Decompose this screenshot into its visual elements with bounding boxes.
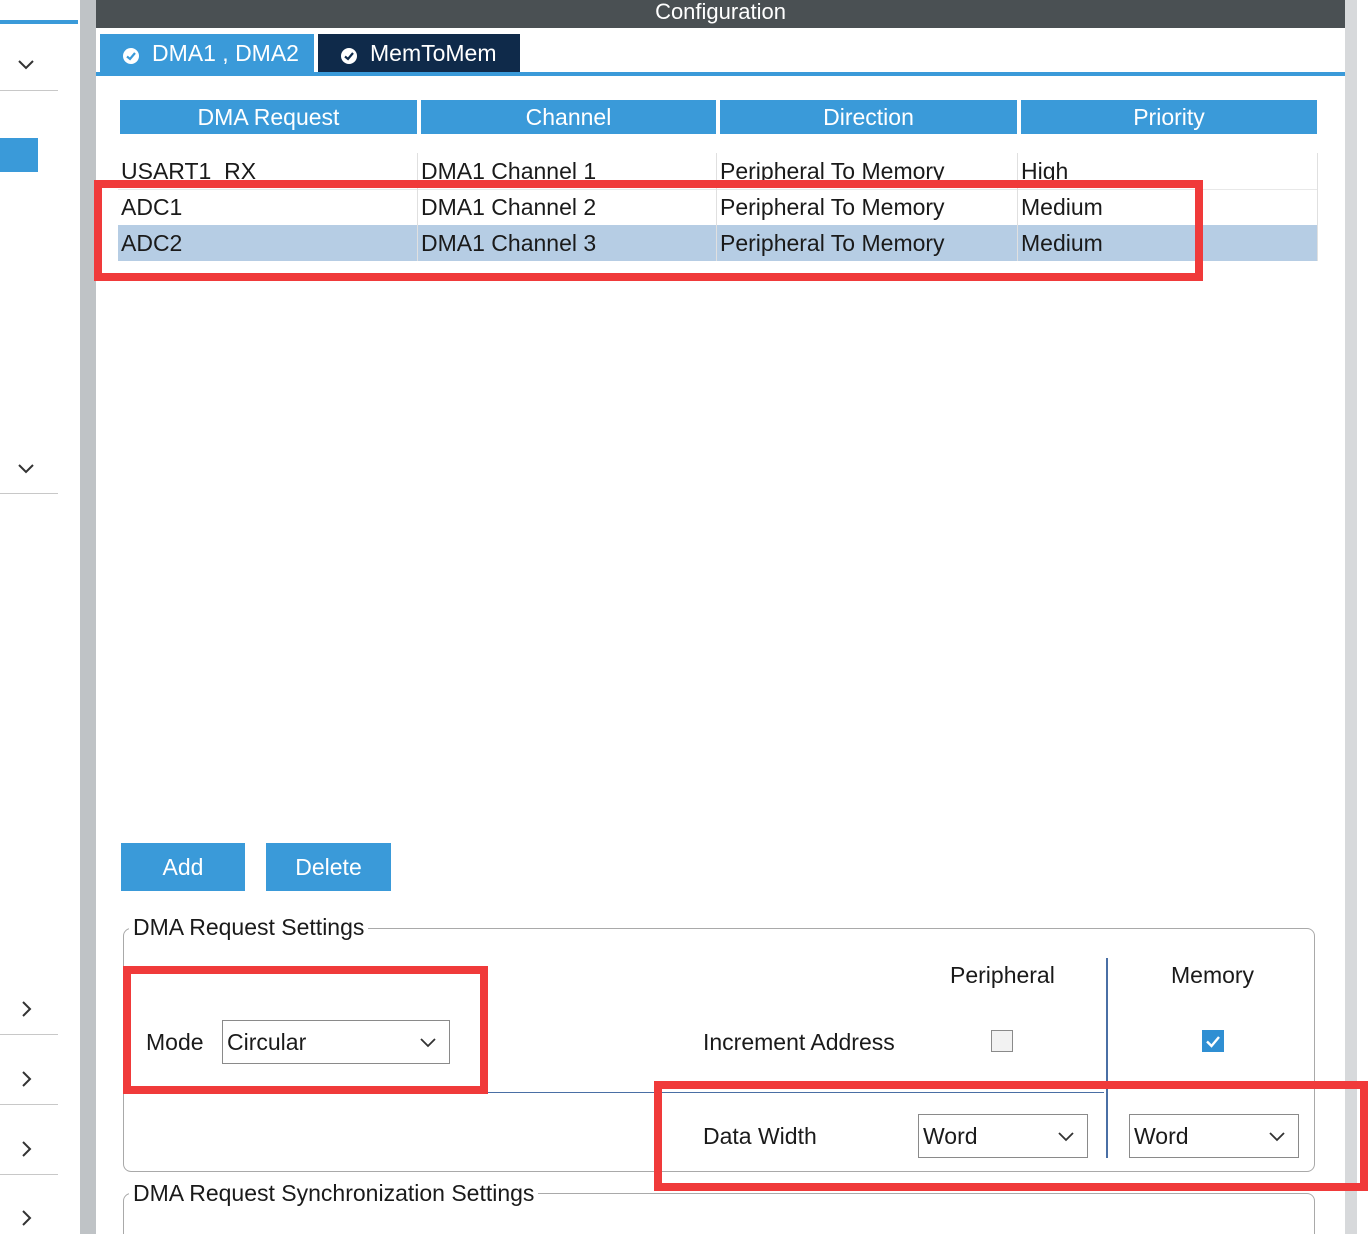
cell-request: ADC1 — [118, 189, 418, 225]
cell-channel: DMA1 Channel 1 — [418, 153, 717, 189]
cell-direction: Peripheral To Memory — [717, 189, 1018, 225]
scrollbar-track[interactable] — [1345, 0, 1357, 1234]
cell-direction: Peripheral To Memory — [717, 225, 1018, 261]
tab-bar: DMA1 , DMA2 MemToMem — [96, 28, 1345, 76]
sidebar-accent-line — [0, 20, 78, 24]
cell-priority: Medium — [1018, 189, 1318, 225]
chevron-right-icon[interactable] — [14, 1137, 38, 1161]
increment-address-label: Increment Address — [703, 1029, 895, 1055]
chevron-down-icon[interactable] — [14, 52, 38, 76]
sidebar-separator — [0, 1034, 58, 1035]
mode-select[interactable]: Circular — [222, 1020, 450, 1064]
chevron-down-icon — [1055, 1125, 1077, 1147]
dma-sync-settings-title: DMA Request Synchronization Settings — [129, 1180, 539, 1207]
dma-table-header: DMA Request Channel Direction Priority — [120, 100, 1317, 134]
chevron-right-icon[interactable] — [14, 997, 38, 1021]
mode-value: Circular — [227, 1028, 307, 1055]
column-divider — [1106, 958, 1108, 1158]
tab-underline — [96, 72, 1345, 76]
data-width-label: Data Width — [703, 1123, 817, 1149]
column-header-direction[interactable]: Direction — [720, 100, 1017, 134]
cell-priority: Medium — [1018, 225, 1318, 261]
dma-request-settings-title: DMA Request Settings — [129, 914, 369, 941]
settings-divider — [124, 1092, 1104, 1093]
cell-channel: DMA1 Channel 3 — [418, 225, 717, 261]
sidebar-separator — [0, 493, 58, 494]
table-row[interactable]: USART1_RX DMA1 Channel 1 Peripheral To M… — [118, 153, 1318, 189]
cell-direction: Peripheral To Memory — [717, 153, 1018, 189]
cell-priority: High — [1018, 153, 1318, 189]
sidebar-selected-marker[interactable] — [0, 138, 38, 172]
add-button[interactable]: Add — [121, 843, 245, 891]
cell-request: ADC2 — [118, 225, 418, 261]
table-row[interactable]: ADC1 DMA1 Channel 2 Peripheral To Memory… — [118, 189, 1318, 225]
cell-request: USART1_RX — [118, 153, 418, 189]
delete-button[interactable]: Delete — [266, 843, 391, 891]
cell-channel: DMA1 Channel 2 — [418, 189, 717, 225]
table-row-selected[interactable]: ADC2 DMA1 Channel 3 Peripheral To Memory… — [118, 225, 1318, 261]
data-width-peripheral-select[interactable]: Word — [918, 1114, 1088, 1158]
tab-label: DMA1 , DMA2 — [152, 39, 299, 66]
sidebar-separator — [0, 1104, 58, 1105]
tab-dma1-dma2[interactable]: DMA1 , DMA2 — [100, 34, 314, 72]
tab-memtomem[interactable]: MemToMem — [318, 34, 520, 72]
chevron-down-icon[interactable] — [14, 456, 38, 480]
column-header-priority[interactable]: Priority — [1021, 100, 1317, 134]
chevron-right-icon[interactable] — [14, 1206, 38, 1230]
check-circle-icon — [340, 44, 358, 64]
check-circle-icon — [122, 44, 140, 64]
left-sidebar — [0, 0, 80, 1234]
column-header-channel[interactable]: Channel — [421, 100, 716, 134]
data-width-memory-value: Word — [1134, 1122, 1189, 1149]
increment-memory-checkbox[interactable] — [1202, 1030, 1224, 1052]
sidebar-separator — [0, 90, 58, 91]
column-header-dma-request[interactable]: DMA Request — [120, 100, 417, 134]
panel-gutter — [80, 0, 96, 1234]
data-width-memory-select[interactable]: Word — [1129, 1114, 1299, 1158]
sidebar-separator — [0, 1174, 58, 1175]
tab-label: MemToMem — [370, 39, 497, 66]
configuration-panel: Configuration DMA1 , DMA2 MemToMem DMA R… — [96, 0, 1345, 1234]
chevron-right-icon[interactable] — [14, 1067, 38, 1091]
chevron-down-icon — [1266, 1125, 1288, 1147]
mode-label: Mode — [146, 1029, 204, 1055]
increment-peripheral-checkbox[interactable] — [991, 1030, 1013, 1052]
data-width-peripheral-value: Word — [923, 1122, 978, 1149]
chevron-down-icon — [417, 1031, 439, 1053]
panel-title: Configuration — [96, 0, 1345, 28]
peripheral-header: Peripheral — [950, 962, 1055, 988]
memory-header: Memory — [1171, 962, 1255, 988]
checkmark-icon — [1206, 1036, 1220, 1048]
